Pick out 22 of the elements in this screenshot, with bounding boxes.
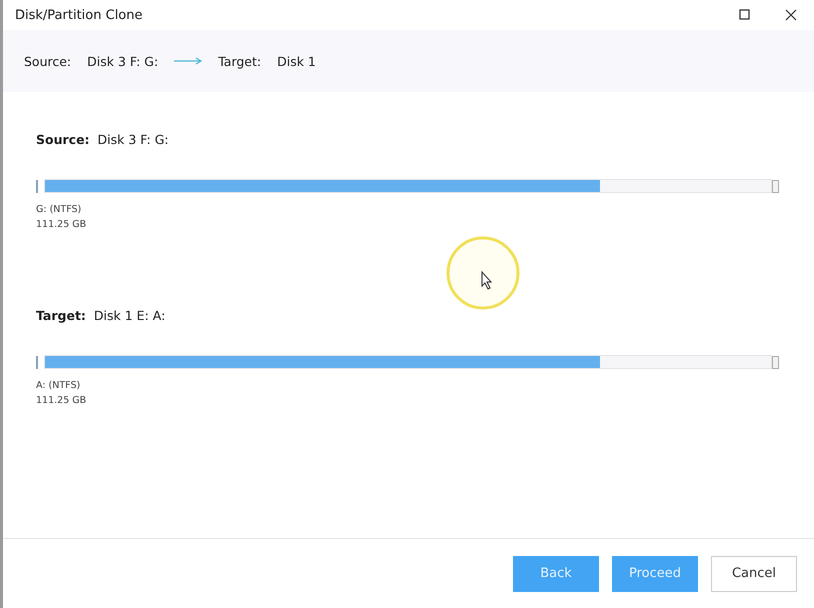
window-title: Disk/Partition Clone [15,8,144,22]
partition-size: 111.25 GB [36,218,88,232]
action-button[interactable]: Proceed [612,556,698,592]
arrow-icon [174,57,202,65]
disk-label: Source: [36,132,90,147]
cancel-button[interactable]: Cancel [711,556,797,592]
source-value: Disk 3 F: G: [87,54,158,68]
partition-size: 111.25 GB [36,394,88,408]
cursor-highlight-icon [446,236,520,310]
close-icon [785,9,797,21]
bar-start-marker [36,356,38,368]
source-label: Source: [24,54,72,68]
disk-name: Disk 1 E: A: [94,308,166,323]
bar-start-marker [36,180,38,192]
disk-label: Target: [36,308,86,323]
action-button[interactable]: Back [513,556,599,592]
partition-label: A: (NTFS) [36,379,82,393]
target-value: Disk 1 [277,54,316,68]
target-label: Target: [218,54,262,68]
disk-name: Disk 3 F: G: [98,132,169,147]
maximize-icon [739,9,751,21]
partition-label: G: (NTFS) [36,203,82,217]
